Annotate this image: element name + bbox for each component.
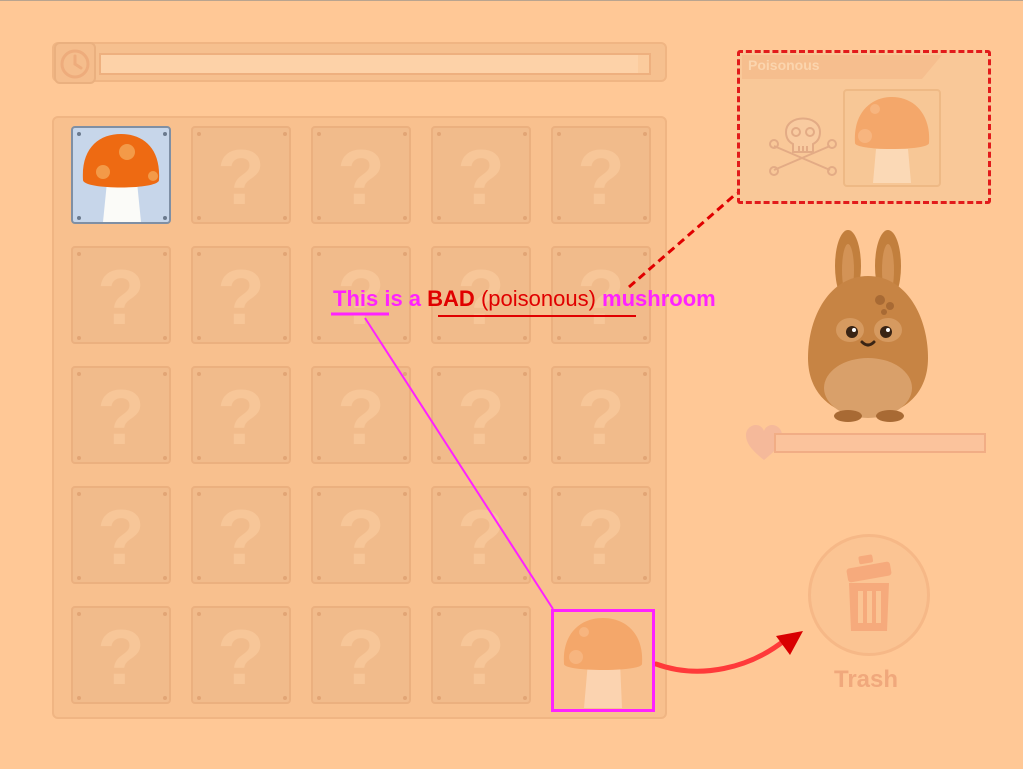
hidden-mushroom-cell[interactable]: ? [71, 606, 171, 704]
caption-is-a: is a [384, 286, 428, 311]
mushroom-icon [563, 618, 643, 708]
poisonous-label: Poisonous [748, 57, 820, 73]
question-mark-icon: ? [97, 373, 145, 461]
hidden-mushroom-cell[interactable]: ? [431, 366, 531, 464]
timer-bar-fill [101, 55, 639, 73]
question-mark-icon: ? [337, 493, 385, 581]
bunny-character [808, 230, 928, 422]
hidden-mushroom-cell[interactable]: ? [311, 606, 411, 704]
question-mark-icon: ? [217, 613, 265, 701]
hidden-mushroom-cell[interactable]: ? [191, 606, 291, 704]
question-mark-icon: ? [217, 253, 265, 341]
mushroom-icon [82, 134, 160, 222]
mushroom-icon [854, 97, 930, 183]
caption-bad: BAD [427, 286, 475, 311]
question-mark-icon: ? [337, 613, 385, 701]
question-mark-icon: ? [577, 493, 625, 581]
caption-poisonous: (poisonous) [480, 286, 596, 311]
question-mark-icon: ? [337, 133, 385, 221]
question-mark-icon: ? [217, 133, 265, 221]
hidden-mushroom-cell[interactable]: ? [71, 366, 171, 464]
question-mark-icon: ? [97, 613, 145, 701]
trash-label: Trash [833, 666, 899, 693]
hidden-mushroom-cell[interactable]: ? [191, 366, 291, 464]
hidden-mushroom-cell[interactable]: ? [311, 486, 411, 584]
health-bar [774, 433, 986, 453]
question-mark-icon: ? [457, 373, 505, 461]
highlighted-mushroom-cell[interactable] [551, 609, 655, 712]
hidden-mushroom-cell[interactable]: ? [311, 366, 411, 464]
annotation-caption: This is a BAD (poisonous) mushroom [333, 286, 716, 312]
question-mark-icon: ? [457, 133, 505, 221]
hidden-mushroom-cell[interactable]: ? [191, 246, 291, 344]
hidden-mushroom-cell[interactable]: ? [551, 126, 651, 224]
hidden-mushroom-cell[interactable]: ? [431, 486, 531, 584]
trash-can-icon [846, 554, 892, 631]
hidden-mushroom-cell[interactable]: ? [71, 486, 171, 584]
question-mark-icon: ? [577, 373, 625, 461]
question-mark-icon: ? [577, 133, 625, 221]
hidden-mushroom-cell[interactable]: ? [71, 246, 171, 344]
arrow-to-trash [653, 637, 788, 674]
caption-this: This [333, 286, 385, 311]
hidden-mushroom-cell[interactable]: ? [431, 606, 531, 704]
trash-button[interactable] [808, 534, 930, 656]
timer-bar [99, 53, 651, 75]
arrow-head-icon [776, 631, 803, 655]
question-mark-icon: ? [337, 373, 385, 461]
hidden-mushroom-cell[interactable]: ? [311, 126, 411, 224]
question-mark-icon: ? [457, 613, 505, 701]
hidden-mushroom-cell[interactable]: ? [191, 126, 291, 224]
question-mark-icon: ? [97, 253, 145, 341]
question-mark-icon: ? [97, 493, 145, 581]
hidden-mushroom-cell[interactable]: ? [551, 486, 651, 584]
hidden-mushroom-cell[interactable]: ? [431, 126, 531, 224]
clock-icon [54, 42, 96, 84]
hidden-mushroom-cell[interactable]: ? [191, 486, 291, 584]
poisonous-mushroom-slot [843, 89, 941, 187]
question-mark-icon: ? [217, 493, 265, 581]
question-mark-icon: ? [457, 493, 505, 581]
revealed-mushroom-cell[interactable] [71, 126, 171, 224]
hidden-mushroom-cell[interactable]: ? [551, 366, 651, 464]
window-top-border [0, 0, 1023, 1]
caption-mushroom: mushroom [602, 286, 716, 311]
question-mark-icon: ? [217, 373, 265, 461]
